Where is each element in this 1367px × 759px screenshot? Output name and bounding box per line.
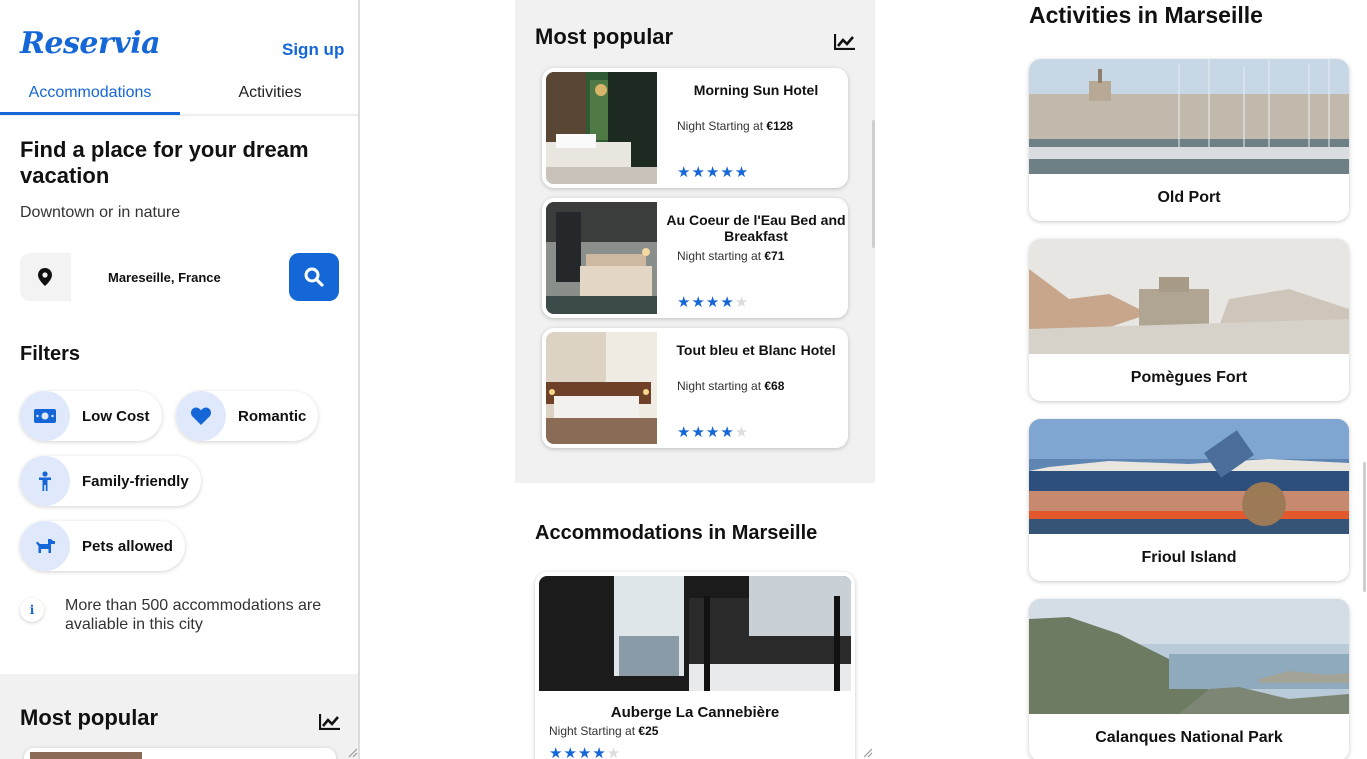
- child-icon: [20, 456, 70, 506]
- accommodation-card[interactable]: Auberge La Cannebière Night Starting at …: [535, 572, 855, 759]
- map-pin-icon: [20, 253, 70, 301]
- filter-family-friendly[interactable]: Family-friendly: [20, 456, 201, 506]
- search-input[interactable]: [71, 253, 289, 301]
- star-rating: ★★★★★: [677, 293, 750, 311]
- filter-label: Pets allowed: [82, 537, 173, 555]
- signup-link[interactable]: Sign up: [282, 40, 344, 60]
- filter-label: Family-friendly: [82, 472, 189, 490]
- filter-label: Romantic: [238, 407, 307, 425]
- activity-photo: [1029, 239, 1349, 354]
- filter-pets-allowed[interactable]: Pets allowed: [20, 521, 185, 571]
- activity-card[interactable]: Pomègues Fort: [1029, 239, 1349, 401]
- star-rating: ★★★★★: [549, 744, 622, 759]
- accommodation-name: Auberge La Cannebière: [610, 704, 780, 721]
- most-popular-section: Most popular Morning Sun Hotel Night Sta…: [515, 0, 875, 483]
- filter-low-cost[interactable]: Low Cost: [20, 391, 162, 441]
- most-popular-title: Most popular: [20, 705, 159, 730]
- search-icon: [304, 267, 324, 287]
- tab-accommodations[interactable]: Accommodations: [0, 84, 180, 102]
- hotel-card[interactable]: Tout bleu et Blanc Hotel Night starting …: [542, 328, 848, 448]
- star-rating: ★★★★★: [677, 163, 750, 181]
- hotel-thumbnail: [30, 752, 142, 759]
- scrollbar[interactable]: [872, 120, 875, 248]
- tab-activities[interactable]: Activities: [180, 84, 358, 102]
- info-icon: i: [20, 598, 44, 622]
- activity-photo: [1029, 59, 1349, 174]
- hotel-photo: [546, 72, 657, 184]
- filter-romantic[interactable]: Romantic: [176, 391, 319, 441]
- activity-card[interactable]: Old Port: [1029, 59, 1349, 221]
- filter-label: Low Cost: [82, 407, 150, 425]
- trend-chart-icon: [319, 714, 340, 730]
- mobile-view-2: Most popular Morning Sun Hotel Night Sta…: [515, 0, 875, 759]
- hotel-price: Night starting at €68: [677, 379, 785, 393]
- activity-name: Frioul Island: [1141, 549, 1237, 566]
- hotel-name: Tout bleu et Blanc Hotel: [676, 342, 836, 358]
- mobile-view-1: Reservia Sign up Accommodations Activiti…: [0, 0, 360, 759]
- hotel-photo: [546, 332, 657, 444]
- most-popular-title: Most popular: [535, 24, 674, 49]
- activity-name: Calanques National Park: [1095, 729, 1283, 746]
- search-button[interactable]: [289, 253, 339, 301]
- money-icon: [20, 391, 70, 441]
- most-popular-section: Most popular: [0, 674, 358, 759]
- hotel-card[interactable]: Au Coeur de l'Eau Bed and Breakfast Nigh…: [542, 198, 848, 318]
- activity-photo: [1029, 419, 1349, 534]
- mobile-view-3: Activities in Marseille Old Port Pomègue…: [1015, 0, 1367, 759]
- scrollbar[interactable]: [1363, 462, 1366, 592]
- brand-logo[interactable]: Reservia: [20, 26, 161, 61]
- resize-handle-icon[interactable]: [861, 746, 873, 758]
- accommodation-photo: [539, 576, 851, 691]
- tab-bar: Accommodations Activities: [0, 78, 358, 116]
- hotel-price: Night starting at €71: [677, 249, 785, 263]
- star-rating: ★★★★★: [677, 423, 750, 441]
- hotel-name: Morning Sun Hotel: [693, 82, 819, 98]
- hotel-card[interactable]: Morning Sun Hotel Night Starting at €128…: [542, 68, 848, 188]
- hotel-name: Au Coeur de l'Eau Bed and Breakfast: [666, 212, 846, 244]
- info-text: More than 500 accommodations are avaliab…: [65, 597, 322, 633]
- activity-card[interactable]: Calanques National Park: [1029, 599, 1349, 759]
- trend-chart-icon: [834, 34, 855, 50]
- activity-name: Old Port: [1157, 189, 1221, 206]
- heart-icon: [176, 391, 226, 441]
- dog-icon: [20, 521, 70, 571]
- hotel-price: Night Starting at €128: [677, 119, 794, 133]
- accommodation-price: Night Starting at €25: [549, 724, 659, 738]
- hero-subtitle: Downtown or in nature: [20, 204, 181, 221]
- hero-title: Find a place for your dream vacation: [20, 137, 309, 188]
- activity-name: Pomègues Fort: [1130, 369, 1248, 386]
- active-tab-indicator: [0, 112, 180, 115]
- hotel-photo: [546, 202, 657, 314]
- filters-title: Filters: [20, 343, 81, 365]
- activity-photo: [1029, 599, 1349, 714]
- activities-title: Activities in Marseille: [1029, 2, 1263, 28]
- resize-handle-icon[interactable]: [346, 746, 358, 758]
- accommodations-title: Accommodations in Marseille: [535, 522, 818, 544]
- activity-card[interactable]: Frioul Island: [1029, 419, 1349, 581]
- search-bar: [20, 253, 339, 301]
